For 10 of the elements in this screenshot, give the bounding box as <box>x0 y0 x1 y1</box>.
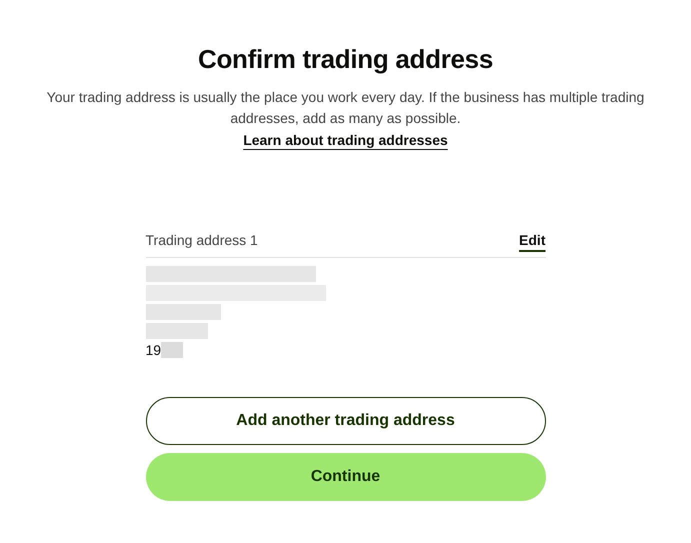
edit-link[interactable]: Edit <box>519 232 546 248</box>
address-text: 19 <box>146 342 162 358</box>
redaction-block <box>161 342 184 358</box>
add-address-button[interactable]: Add another trading address <box>146 397 546 445</box>
redaction-block <box>146 323 208 339</box>
address-label: Trading address 1 <box>146 232 258 248</box>
learn-link[interactable]: Learn about trading addresses <box>243 132 448 148</box>
page-title: Confirm trading address <box>198 44 494 75</box>
description-text: Your trading address is usually the place you work every day. If the business has multiple trading addresses, add as many as possible. <box>46 88 646 128</box>
continue-button[interactable]: Continue <box>146 453 546 501</box>
